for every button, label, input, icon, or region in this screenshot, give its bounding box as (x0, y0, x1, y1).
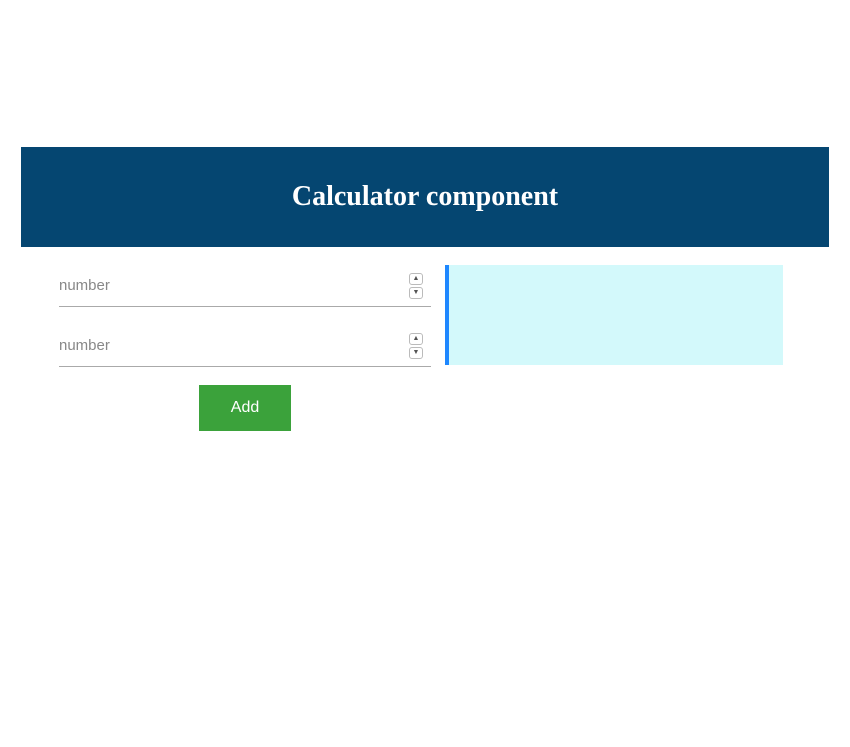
number-input-2[interactable] (59, 329, 431, 362)
result-panel (445, 265, 783, 365)
increment-button-2[interactable]: ▲ (409, 333, 423, 345)
number-stepper-2: ▲ ▼ (409, 333, 423, 359)
calculator-component: Calculator component ▲ ▼ ▲ ▼ Add (21, 147, 829, 431)
number-stepper-1: ▲ ▼ (409, 273, 423, 299)
page-title: Calculator component (292, 181, 558, 213)
header: Calculator component (21, 147, 829, 247)
content-area: ▲ ▼ ▲ ▼ Add (21, 265, 829, 431)
input-row-1: ▲ ▼ (59, 265, 431, 307)
number-input-1[interactable] (59, 269, 431, 302)
add-button[interactable]: Add (199, 385, 291, 431)
increment-button-1[interactable]: ▲ (409, 273, 423, 285)
decrement-button-2[interactable]: ▼ (409, 347, 423, 359)
decrement-button-1[interactable]: ▼ (409, 287, 423, 299)
button-row: Add (59, 385, 431, 431)
input-row-2: ▲ ▼ (59, 325, 431, 367)
input-panel: ▲ ▼ ▲ ▼ Add (59, 265, 431, 431)
